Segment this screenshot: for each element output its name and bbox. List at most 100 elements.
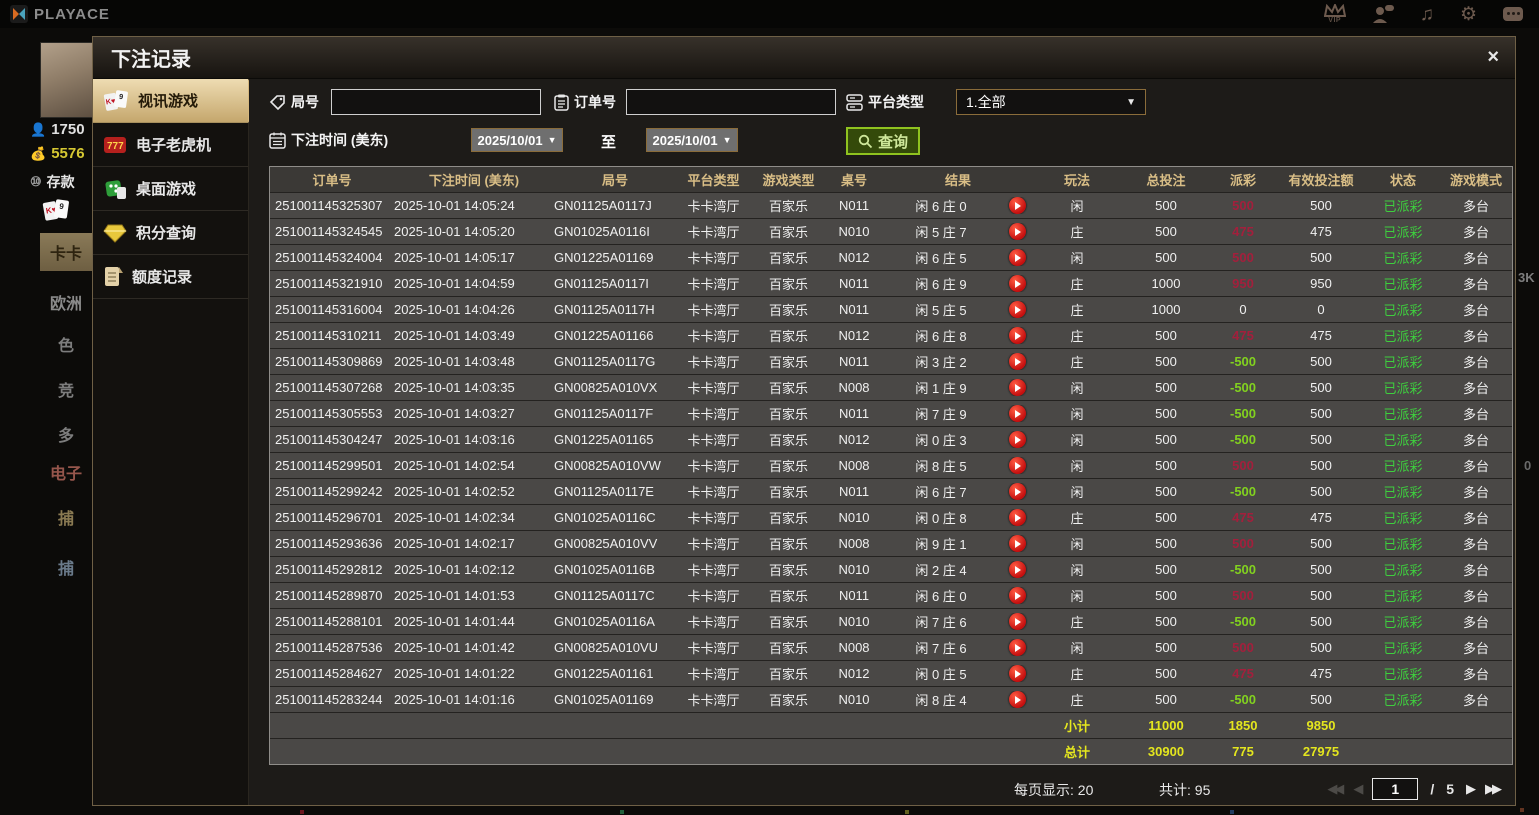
cell-game-type: 百家乐 — [751, 404, 826, 423]
prev-page-button[interactable]: ◀ — [1353, 781, 1360, 797]
cell-bet-time: 2025-10-01 14:01:53 — [394, 588, 554, 603]
music-icon[interactable]: ♫ — [1420, 5, 1434, 24]
order-input[interactable] — [626, 89, 836, 115]
play-icon — [1015, 488, 1021, 496]
replay-button[interactable] — [1009, 561, 1026, 578]
cell-payout: -500 — [1212, 562, 1274, 577]
replay-button[interactable] — [1009, 197, 1026, 214]
chat-icon[interactable] — [1503, 7, 1523, 21]
app-window: PLAYACE VIP ♫ ⚙ 👤 175 — [0, 0, 1539, 815]
cell-round-no: GN01225A01166 — [554, 328, 676, 343]
table-row: 251001145292812 2025-10-01 14:02:12 GN01… — [270, 556, 1512, 582]
cell-payout: 500 — [1212, 250, 1274, 265]
tab-column: K♥ 9 视讯游戏 777 电子老虎机 桌面游戏 — [93, 79, 249, 805]
cell-bet-time: 2025-10-01 14:03:16 — [394, 432, 554, 447]
cell-round-no: GN00825A010VU — [554, 640, 676, 655]
cell-platform: 卡卡湾厅 — [676, 274, 751, 293]
tab-live-games[interactable]: K♥ 9 视讯游戏 — [93, 79, 248, 123]
replay-button[interactable] — [1009, 223, 1026, 240]
replay-button[interactable] — [1009, 691, 1026, 708]
replay-button[interactable] — [1009, 405, 1026, 422]
cell-game-mode: 多台 — [1438, 248, 1514, 267]
date-from-select[interactable]: 2025/10/01 ▼ — [471, 128, 563, 152]
replay-button[interactable] — [1009, 301, 1026, 318]
cell-bet-time: 2025-10-01 14:02:34 — [394, 510, 554, 525]
replay-button[interactable] — [1009, 353, 1026, 370]
cell-total-bet: 500 — [1120, 432, 1212, 447]
cell-game-mode: 多台 — [1438, 274, 1514, 293]
cell-order-no: 251001145309869 — [270, 354, 394, 369]
cell-round-no: GN01125A0117H — [554, 302, 676, 317]
platform-select[interactable]: 1.全部 ▼ — [956, 89, 1146, 115]
play-icon — [1015, 228, 1021, 236]
top-bar-icons: VIP ♫ ⚙ — [1324, 4, 1523, 24]
replay-button[interactable] — [1009, 665, 1026, 682]
cell-table-no: N011 — [826, 588, 882, 603]
table-row: 251001145296701 2025-10-01 14:02:34 GN01… — [270, 504, 1512, 530]
tab-table-games[interactable]: 桌面游戏 — [93, 167, 248, 211]
cell-valid-bet: 500 — [1274, 484, 1368, 499]
play-icon — [1015, 696, 1021, 704]
tab-credit-records[interactable]: 额度记录 — [93, 255, 248, 299]
page-number-input[interactable]: 1 — [1372, 778, 1418, 800]
cell-bet-side: 闲 — [1034, 586, 1120, 605]
cell-table-no: N011 — [826, 302, 882, 317]
money-balance: 💰 5576 — [30, 145, 85, 162]
cell-round-no: GN01025A0116I — [554, 224, 676, 239]
settings-icon[interactable]: ⚙ — [1460, 5, 1477, 24]
cell-valid-bet: 475 — [1274, 510, 1368, 525]
cell-payout: 500 — [1212, 536, 1274, 551]
cell-table-no: N010 — [826, 224, 882, 239]
cell-game-mode: 多台 — [1438, 690, 1514, 709]
deposit-icon: ⑩ — [30, 174, 42, 190]
tab-slots[interactable]: 777 电子老虎机 — [93, 123, 248, 167]
cell-payout: 500 — [1212, 458, 1274, 473]
replay-button[interactable] — [1009, 613, 1026, 630]
cell-bet-side: 庄 — [1034, 690, 1120, 709]
close-button[interactable]: × — [1487, 46, 1499, 69]
cell-payout: 475 — [1212, 328, 1274, 343]
round-input[interactable] — [331, 89, 541, 115]
column-header: 桌号 — [826, 170, 882, 189]
replay-button[interactable] — [1009, 379, 1026, 396]
tab-points[interactable]: 积分查询 — [93, 211, 248, 255]
replay-button[interactable] — [1009, 275, 1026, 292]
cell-payout: -500 — [1212, 484, 1274, 499]
cell-round-no: GN00825A010VV — [554, 536, 676, 551]
cell-bet-side: 闲 — [1034, 534, 1120, 553]
replay-button[interactable] — [1009, 535, 1026, 552]
first-page-button[interactable]: ◀◀ — [1327, 781, 1341, 797]
next-page-button[interactable]: ▶ — [1466, 781, 1473, 797]
column-header: 游戏类型 — [751, 170, 826, 189]
cell-result: 闲 6 庄 9 — [882, 274, 1000, 293]
date-to-select[interactable]: 2025/10/01 ▼ — [646, 128, 738, 152]
column-header: 平台类型 — [676, 170, 751, 189]
cell-status: 已派彩 — [1368, 196, 1438, 215]
replay-button[interactable] — [1009, 639, 1026, 656]
play-icon — [1015, 644, 1021, 652]
cell-valid-bet: 500 — [1274, 432, 1368, 447]
cell-bet-time: 2025-10-01 14:05:24 — [394, 198, 554, 213]
cell-payout: -500 — [1212, 692, 1274, 707]
cell-bet-side: 庄 — [1034, 508, 1120, 527]
replay-button[interactable] — [1009, 431, 1026, 448]
support-icon[interactable] — [1372, 4, 1394, 24]
cell-valid-bet: 500 — [1274, 562, 1368, 577]
cell-total-bet: 500 — [1120, 198, 1212, 213]
modal-title: 下注记录 — [111, 43, 191, 72]
vip-icon[interactable]: VIP — [1324, 4, 1346, 24]
replay-button[interactable] — [1009, 509, 1026, 526]
replay-button[interactable] — [1009, 249, 1026, 266]
cell-game-type: 百家乐 — [751, 196, 826, 215]
cell-result: 闲 0 庄 3 — [882, 430, 1000, 449]
replay-button[interactable] — [1009, 587, 1026, 604]
cell-bet-side: 闲 — [1034, 404, 1120, 423]
replay-button[interactable] — [1009, 327, 1026, 344]
search-button[interactable]: 查询 — [846, 127, 920, 155]
replay-button[interactable] — [1009, 483, 1026, 500]
table-row: 251001145293636 2025-10-01 14:02:17 GN00… — [270, 530, 1512, 556]
replay-button[interactable] — [1009, 457, 1026, 474]
last-page-button[interactable]: ▶▶ — [1485, 781, 1499, 797]
table-row: 251001145310211 2025-10-01 14:03:49 GN01… — [270, 322, 1512, 348]
cell-order-no: 251001145305553 — [270, 406, 394, 421]
